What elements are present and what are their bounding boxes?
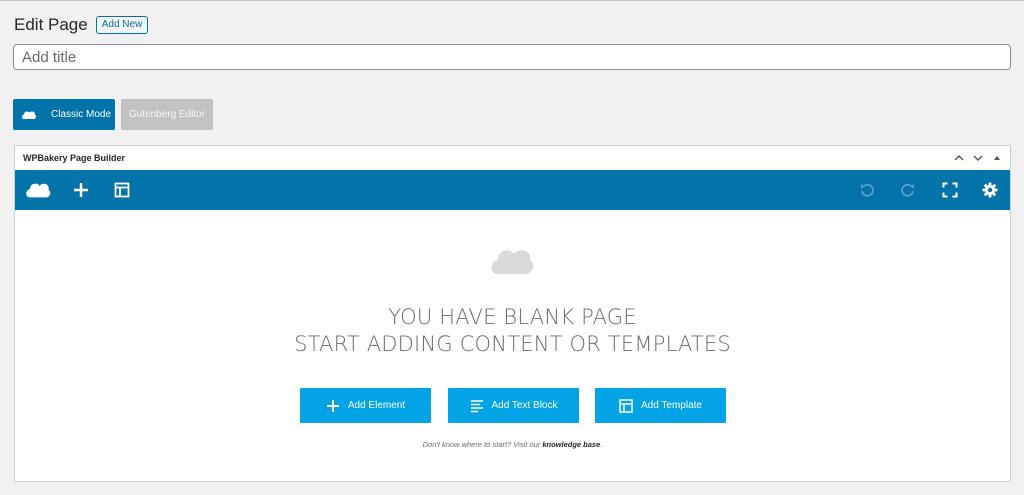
cloud-placeholder-icon xyxy=(491,250,534,274)
cloud-icon xyxy=(21,110,37,119)
layout-icon xyxy=(619,398,633,413)
add-template-label: Add Template xyxy=(641,400,702,411)
page-builder-box: WPBakery Page Builder YOU HAVE BLANK PAG… xyxy=(14,145,1011,482)
empty-headline-line2: START ADDING CONTENT OR TEMPLATES xyxy=(294,332,731,356)
undo-icon[interactable] xyxy=(859,182,875,198)
builder-header: WPBakery Page Builder xyxy=(15,146,1010,170)
classic-mode-label: Classic Mode xyxy=(51,109,112,120)
page-title: Edit Page xyxy=(14,15,88,34)
help-prefix: Don't know where to start? Visit our xyxy=(422,440,543,449)
add-template-button[interactable]: Add Template xyxy=(595,388,726,423)
builder-title: WPBakery Page Builder xyxy=(23,153,126,163)
add-element-label: Add Element xyxy=(347,400,406,411)
gear-icon[interactable] xyxy=(982,182,998,198)
box-controls xyxy=(954,154,1002,162)
add-text-block-label: Add Text Block xyxy=(491,400,558,411)
gutenberg-editor-label: Gutenberg Editor xyxy=(128,109,206,120)
move-down-icon[interactable] xyxy=(973,154,983,162)
add-element-button[interactable]: Add Element xyxy=(300,388,431,423)
empty-page-area: YOU HAVE BLANK PAGE START ADDING CONTENT… xyxy=(15,210,1010,481)
add-new-button[interactable]: Add New xyxy=(95,16,149,34)
help-suffix: . xyxy=(600,440,603,449)
title-input[interactable] xyxy=(13,44,1011,70)
plus-icon[interactable] xyxy=(72,181,90,199)
logo-cloud-icon[interactable] xyxy=(25,181,51,199)
page-header: Edit Page Add New xyxy=(14,15,149,35)
text-lines-icon xyxy=(470,399,483,412)
gutenberg-editor-button[interactable]: Gutenberg Editor xyxy=(121,99,213,130)
move-up-icon[interactable] xyxy=(954,154,964,162)
builder-toolbar xyxy=(15,170,1010,210)
redo-icon[interactable] xyxy=(900,182,916,198)
classic-mode-button[interactable]: Classic Mode xyxy=(13,99,115,130)
layout-icon[interactable] xyxy=(114,182,130,198)
knowledge-base-link[interactable]: knowledge base xyxy=(542,440,600,449)
add-text-block-button[interactable]: Add Text Block xyxy=(448,388,579,423)
help-text: Don't know where to start? Visit our kno… xyxy=(15,440,1010,449)
collapse-toggle-icon[interactable] xyxy=(992,154,1002,162)
empty-headline-line1: YOU HAVE BLANK PAGE xyxy=(388,305,637,329)
plus-icon xyxy=(326,399,339,412)
fullscreen-icon[interactable] xyxy=(942,182,958,198)
